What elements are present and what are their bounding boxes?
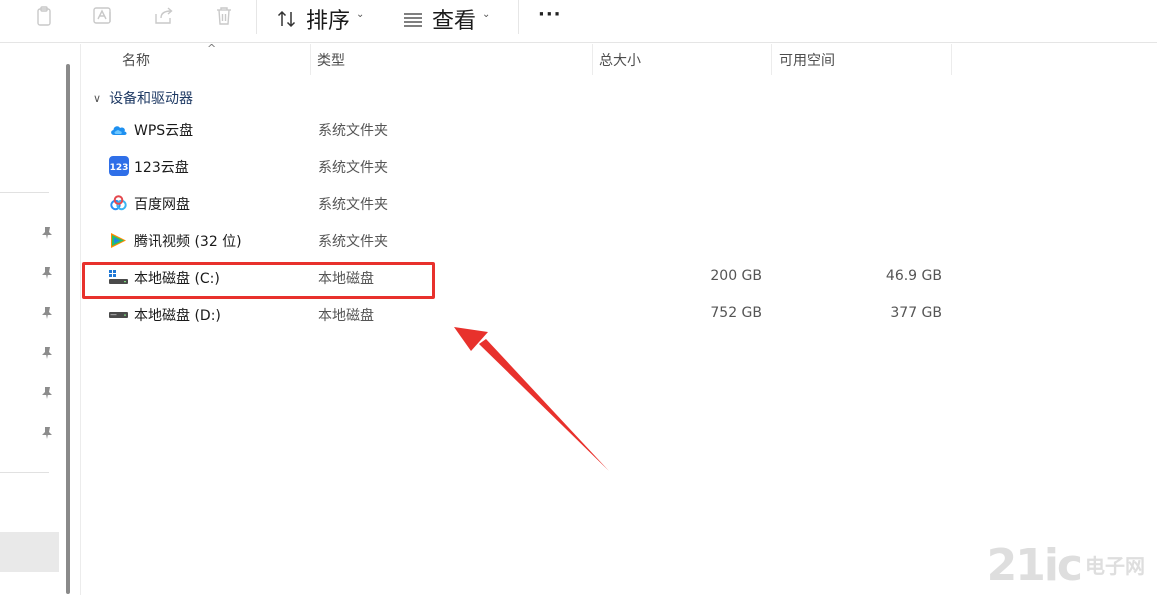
wps-cloud-icon — [111, 126, 127, 135]
chevron-down-icon: ⌄ — [356, 8, 365, 20]
rename-icon[interactable] — [91, 4, 115, 28]
navigation-pane — [0, 44, 62, 595]
view-list-icon — [404, 13, 422, 27]
group-label: 设备和驱动器 — [109, 91, 194, 107]
column-total-label: 总大小 — [599, 52, 641, 69]
group-header-devices[interactable]: ∨ 设备和驱动器 — [93, 88, 193, 108]
svg-text:123: 123 — [110, 163, 129, 173]
item-name: WPS云盘 — [134, 123, 194, 139]
column-type-label: 类型 — [317, 52, 345, 69]
drive-icon — [109, 312, 128, 318]
sort-icon — [277, 10, 296, 28]
list-item[interactable]: 百度网盘 系统文件夹 — [81, 185, 1157, 222]
pin-icon[interactable] — [41, 226, 53, 240]
tencent-video-icon — [111, 233, 126, 248]
toolbar-divider — [256, 0, 257, 34]
file-explorer-window: 排序 ⌄ 查看 ⌄ ··· 名称 ^ 类型 总大小 可用空间 ∨ 设备和驱动器 … — [0, 0, 1157, 595]
file-list: 名称 ^ 类型 总大小 可用空间 ∨ 设备和驱动器 WPS云盘 系统文件夹 12… — [80, 42, 1157, 595]
chevron-down-icon: ∨ — [93, 91, 102, 105]
pin-icon[interactable] — [41, 266, 53, 280]
column-divider[interactable] — [771, 44, 772, 75]
watermark-number: 21ic — [986, 540, 1083, 591]
nav-selected-item[interactable] — [0, 532, 59, 572]
item-name: 百度网盘 — [134, 197, 190, 213]
column-header-free-space[interactable]: 可用空间 — [773, 44, 951, 75]
annotation-highlight-box — [82, 262, 435, 299]
list-item[interactable]: 腾讯视频 (32 位) 系统文件夹 — [81, 222, 1157, 259]
nav-divider — [0, 192, 49, 193]
share-icon[interactable] — [152, 4, 176, 28]
watermark-logo: 21ic 电子网 — [987, 540, 1145, 591]
view-button[interactable]: 查看 ⌄ — [402, 2, 490, 36]
pin-icon[interactable] — [41, 386, 53, 400]
view-label: 查看 — [432, 9, 477, 34]
item-name: 腾讯视频 (32 位) — [134, 234, 242, 250]
sort-ascending-icon: ^ — [207, 42, 217, 55]
item-type: 系统文件夹 — [318, 234, 388, 250]
sort-button[interactable]: 排序 ⌄ — [276, 2, 364, 36]
column-header-type[interactable]: 类型 — [311, 44, 592, 75]
list-item[interactable]: 本地磁盘 (D:) 本地磁盘 752 GB 377 GB — [81, 296, 1157, 333]
nav-scrollbar[interactable] — [66, 64, 70, 594]
baidu-netdisk-icon — [110, 195, 127, 211]
item-total-size: 200 GB — [710, 268, 762, 284]
copy-icon[interactable] — [32, 4, 56, 28]
item-free-space: 377 GB — [890, 305, 942, 321]
pin-icon[interactable] — [41, 306, 53, 320]
more-options-button[interactable]: ··· — [538, 4, 562, 25]
pin-icon[interactable] — [41, 346, 53, 360]
item-type: 本地磁盘 — [318, 308, 374, 324]
item-name: 123云盘 — [134, 160, 189, 176]
delete-icon[interactable] — [212, 4, 236, 28]
column-divider[interactable] — [951, 44, 952, 75]
sort-label: 排序 — [306, 9, 351, 34]
watermark-text: 电子网 — [1085, 553, 1145, 578]
item-name: 本地磁盘 (D:) — [134, 308, 221, 324]
column-header-total-size[interactable]: 总大小 — [593, 44, 772, 75]
list-item[interactable]: 123 123云盘 系统文件夹 — [81, 148, 1157, 185]
chevron-down-icon: ⌄ — [482, 8, 491, 20]
column-free-label: 可用空间 — [779, 52, 835, 69]
pin-icon[interactable] — [41, 426, 53, 440]
item-type: 系统文件夹 — [318, 123, 388, 139]
item-type: 系统文件夹 — [318, 160, 388, 176]
toolbar-divider — [518, 0, 519, 34]
item-free-space: 46.9 GB — [885, 268, 942, 284]
column-name-label: 名称 — [122, 52, 150, 69]
item-total-size: 752 GB — [710, 305, 762, 321]
nav-divider — [0, 472, 49, 473]
command-bar: 排序 ⌄ 查看 ⌄ ··· — [0, 0, 1157, 43]
123-cloud-icon: 123 — [109, 156, 129, 176]
list-item[interactable]: WPS云盘 系统文件夹 — [81, 111, 1157, 148]
item-type: 系统文件夹 — [318, 197, 388, 213]
